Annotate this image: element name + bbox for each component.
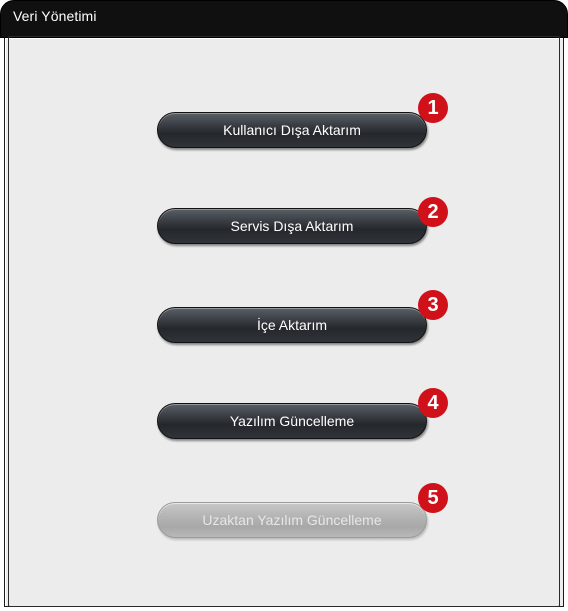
user-export-button[interactable]: Kullanıcı Dışa Aktarım: [157, 112, 427, 148]
window-title: Veri Yönetimi: [13, 8, 97, 24]
data-management-window: Veri Yönetimi Kullanıcı Dışa Aktarım 1 S…: [0, 0, 568, 611]
callout-marker-3: 3: [418, 290, 448, 320]
callout-marker-2: 2: [418, 197, 448, 227]
import-label: İçe Aktarım: [256, 317, 328, 333]
software-update-label: Yazılım Güncelleme: [229, 413, 355, 429]
window-titlebar: Veri Yönetimi: [0, 0, 568, 38]
service-export-label: Servis Dışa Aktarım: [230, 218, 354, 234]
remote-software-update-button: Uzaktan Yazılım Güncelleme: [157, 502, 427, 538]
software-update-button[interactable]: Yazılım Güncelleme: [157, 403, 427, 439]
remote-software-update-label: Uzaktan Yazılım Güncelleme: [202, 512, 382, 528]
callout-marker-5: 5: [418, 483, 448, 513]
callout-marker-4: 4: [418, 388, 448, 418]
callout-marker-1: 1: [418, 93, 448, 123]
import-button[interactable]: İçe Aktarım: [157, 307, 427, 343]
user-export-label: Kullanıcı Dışa Aktarım: [223, 122, 361, 138]
service-export-button[interactable]: Servis Dışa Aktarım: [157, 208, 427, 244]
